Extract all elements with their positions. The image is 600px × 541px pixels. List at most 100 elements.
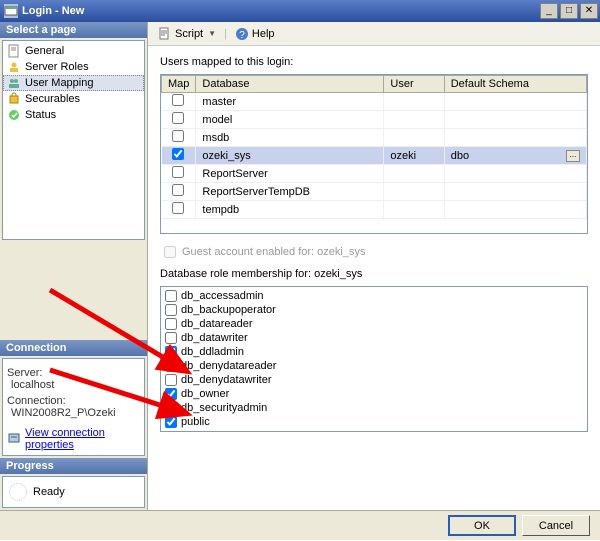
cell-database: ozeki_sys (196, 147, 384, 165)
page-icon (7, 92, 21, 106)
map-checkbox[interactable] (172, 130, 184, 142)
cell-schema (444, 129, 586, 147)
col-database[interactable]: Database (196, 76, 384, 93)
role-checkbox[interactable] (165, 374, 177, 386)
progress-icon (9, 483, 27, 501)
table-row[interactable]: tempdb (162, 201, 587, 219)
left-panel: Select a page General Server Roles User Ma… (0, 22, 148, 510)
users-mapped-label: Users mapped to this login: (160, 56, 588, 68)
map-checkbox[interactable] (172, 184, 184, 196)
map-checkbox[interactable] (172, 166, 184, 178)
maximize-button[interactable]: □ (560, 3, 578, 19)
table-row[interactable]: ReportServerTempDB (162, 183, 587, 201)
page-label: General (25, 45, 64, 57)
server-value: localhost (11, 379, 140, 391)
table-row[interactable]: master (162, 93, 587, 111)
col-user[interactable]: User (384, 76, 444, 93)
role-checkbox[interactable] (165, 304, 177, 316)
page-item-user-mapping[interactable]: User Mapping (3, 75, 144, 91)
cell-schema (444, 111, 586, 129)
table-row[interactable]: ReportServer (162, 165, 587, 183)
server-label: Server: (7, 367, 140, 379)
role-name: db_securityadmin (181, 401, 267, 415)
right-panel: Script ▼ | ? Help Users mapped to this l… (148, 22, 600, 510)
ellipsis-button[interactable]: ... (566, 150, 580, 162)
mapping-table: Map Database User Default Schema masterm… (161, 75, 587, 219)
cell-schema (444, 201, 586, 219)
svg-text:?: ? (239, 30, 245, 41)
select-page-header: Select a page (0, 22, 147, 38)
role-checkbox[interactable] (165, 360, 177, 372)
role-checkbox[interactable] (165, 332, 177, 344)
role-item[interactable]: db_datareader (165, 317, 583, 331)
role-name: db_denydatawriter (181, 373, 272, 387)
page-icon (7, 44, 21, 58)
cancel-button[interactable]: Cancel (522, 515, 590, 536)
map-checkbox[interactable] (172, 94, 184, 106)
cell-database: master (196, 93, 384, 111)
role-item[interactable]: db_datawriter (165, 331, 583, 345)
cell-schema (444, 183, 586, 201)
page-item-status[interactable]: Status (3, 107, 144, 123)
progress-panel: Ready (2, 476, 145, 508)
role-checkbox[interactable] (165, 402, 177, 414)
help-button[interactable]: ? Help (231, 26, 279, 42)
map-checkbox[interactable] (172, 112, 184, 124)
table-row[interactable]: model (162, 111, 587, 129)
cell-user: ozeki (384, 147, 444, 165)
page-item-server-roles[interactable]: Server Roles (3, 59, 144, 75)
roles-label: Database role membership for: ozeki_sys (160, 268, 588, 280)
page-icon (7, 108, 21, 122)
role-checkbox[interactable] (165, 318, 177, 330)
ok-button[interactable]: OK (448, 515, 516, 536)
connection-panel: Server: localhost Connection: WIN2008R2_… (2, 358, 145, 456)
view-connection-properties-link[interactable]: View connection properties (25, 427, 140, 451)
role-checkbox[interactable] (165, 416, 177, 428)
col-map[interactable]: Map (162, 76, 196, 93)
col-schema[interactable]: Default Schema (444, 76, 586, 93)
role-checkbox[interactable] (165, 290, 177, 302)
connection-label: Connection: (7, 395, 140, 407)
role-item[interactable]: public (165, 415, 583, 429)
table-row[interactable]: msdb (162, 129, 587, 147)
window-title: Login - New (22, 5, 540, 17)
minimize-button[interactable]: _ (540, 3, 558, 19)
map-checkbox[interactable] (172, 148, 184, 160)
role-name: public (181, 415, 210, 429)
role-item[interactable]: db_ddladmin (165, 345, 583, 359)
cell-user (384, 201, 444, 219)
mapping-table-container: Map Database User Default Schema masterm… (160, 74, 588, 234)
page-item-securables[interactable]: Securables (3, 91, 144, 107)
map-checkbox[interactable] (172, 202, 184, 214)
properties-icon (7, 431, 21, 448)
role-item[interactable]: db_denydatareader (165, 359, 583, 373)
role-name: db_datawriter (181, 331, 248, 345)
role-name: db_backupoperator (181, 303, 276, 317)
cell-database: ReportServer (196, 165, 384, 183)
role-item[interactable]: db_backupoperator (165, 303, 583, 317)
role-checkbox[interactable] (165, 346, 177, 358)
role-item[interactable]: db_owner (165, 387, 583, 401)
role-name: db_datareader (181, 317, 253, 331)
role-name: db_denydatareader (181, 359, 276, 373)
chevron-down-icon: ▼ (208, 29, 216, 38)
role-item[interactable]: db_securityadmin (165, 401, 583, 415)
page-label: Securables (25, 93, 80, 105)
role-item[interactable]: db_accessadmin (165, 289, 583, 303)
role-checkbox[interactable] (165, 388, 177, 400)
script-icon (158, 27, 172, 41)
connection-value: WIN2008R2_P\Ozeki (11, 407, 140, 419)
cell-schema: dbo... (444, 147, 586, 165)
cell-user (384, 129, 444, 147)
page-item-general[interactable]: General (3, 43, 144, 59)
table-row[interactable]: ozeki_sysozekidbo... (162, 147, 587, 165)
page-label: Server Roles (25, 61, 89, 73)
guest-row: Guest account enabled for: ozeki_sys (160, 246, 588, 258)
page-icon (7, 76, 21, 90)
app-icon (4, 4, 18, 18)
role-item[interactable]: db_denydatawriter (165, 373, 583, 387)
close-button[interactable]: ✕ (580, 3, 598, 19)
page-label: User Mapping (25, 77, 93, 89)
script-button[interactable]: Script ▼ (154, 26, 220, 42)
cell-database: tempdb (196, 201, 384, 219)
